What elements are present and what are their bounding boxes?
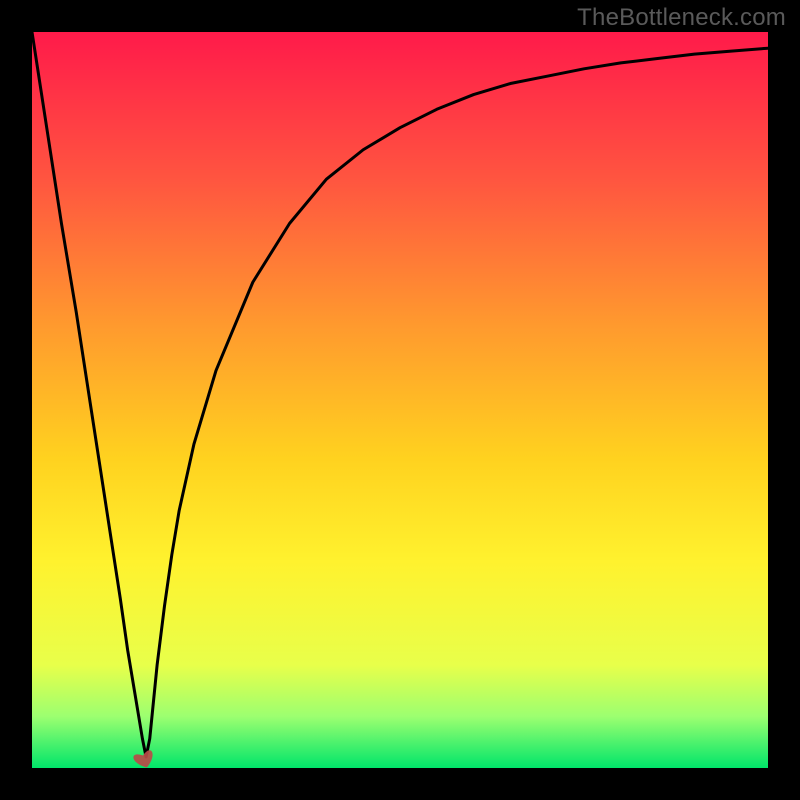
plot-area [32, 32, 768, 768]
gradient-background [32, 32, 768, 768]
chart-svg [32, 32, 768, 768]
watermark-text: TheBottleneck.com [577, 4, 786, 32]
chart-frame: TheBottleneck.com [0, 0, 800, 800]
